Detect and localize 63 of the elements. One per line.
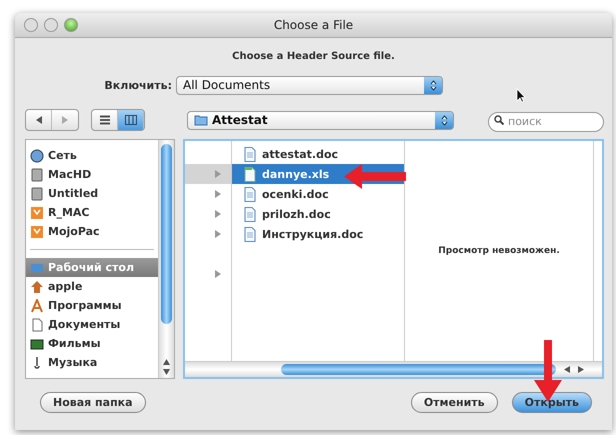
sidebar-item[interactable]: MojoPac (26, 222, 158, 241)
scrollbar[interactable] (158, 140, 174, 378)
search-field[interactable]: поиск (488, 112, 604, 132)
forward-arrow-icon (61, 116, 69, 124)
file-row[interactable]: prilozh.doc (232, 204, 404, 224)
document-icon (244, 186, 256, 202)
location-name: Attestat (212, 113, 268, 127)
back-arrow-icon (34, 116, 42, 124)
sidebar-item[interactable]: apple (26, 277, 158, 296)
sidebar-item[interactable]: Программы (26, 296, 158, 315)
list-icon (100, 115, 110, 125)
disclosure-arrow-icon (215, 170, 221, 178)
scroll-left-icon[interactable] (564, 366, 570, 373)
sidebar-item[interactable]: MacHD (26, 165, 158, 184)
disclosure-arrow-icon (215, 190, 221, 198)
sidebar-item[interactable]: Фильмы (26, 334, 158, 353)
document-icon (244, 146, 256, 162)
document-icon (244, 226, 256, 242)
dialog-button[interactable]: Открыть (512, 392, 592, 413)
sidebar-item[interactable]: Untitled (26, 184, 158, 203)
close-button[interactable] (24, 18, 38, 32)
stepper-icon (435, 112, 453, 128)
column-view-button[interactable] (118, 110, 144, 130)
dialog-message: Choose a Header Source file. (232, 51, 395, 62)
folder-row[interactable] (185, 164, 231, 184)
scroll-up-icon[interactable] (163, 359, 170, 365)
sidebar-item[interactable]: Сеть (26, 146, 158, 165)
scroll-right-icon[interactable] (578, 366, 584, 373)
dialog-button[interactable]: Новая папка (40, 392, 146, 413)
disclosure-arrow-icon (215, 210, 221, 218)
stepper-icon (424, 76, 442, 94)
sidebar-item[interactable]: Музыка (26, 353, 158, 372)
include-label: Включить: (103, 78, 173, 92)
preview-message: Просмотр невозможен. (438, 246, 560, 256)
columns-icon (124, 115, 136, 125)
spreadsheet-icon (244, 166, 256, 182)
scroll-down-icon[interactable] (163, 369, 170, 375)
zoom-button[interactable] (64, 18, 78, 32)
sidebar-item[interactable]: Документы (26, 315, 158, 334)
sidebar-item[interactable]: R_MAC (26, 203, 158, 222)
volume-icon (30, 224, 44, 238)
home-icon (30, 280, 44, 294)
dialog-button[interactable]: Отменить (410, 392, 498, 413)
file-row[interactable]: Инструкция.doc (232, 224, 404, 244)
file-row[interactable]: attestat.doc (232, 144, 404, 164)
apps-icon (30, 298, 44, 312)
volume-icon (30, 206, 44, 220)
search-icon (494, 115, 504, 125)
disclosure-arrow-icon (215, 230, 221, 238)
window-title: Choose a File (274, 18, 354, 32)
network-icon (30, 148, 44, 162)
mouse-pointer-icon (516, 88, 526, 103)
folder-icon (194, 114, 208, 126)
movies-icon (30, 336, 44, 350)
location-popup[interactable]: Attestat (187, 110, 454, 130)
file-row[interactable]: ocenki.doc (232, 184, 404, 204)
minimize-button[interactable] (44, 18, 58, 32)
disclosure-arrow-icon (215, 270, 221, 278)
documents-icon (30, 318, 44, 332)
horizontal-scrollbar[interactable] (185, 361, 602, 377)
document-icon (244, 206, 256, 222)
include-popup[interactable]: All Documents (176, 76, 443, 94)
annotation-arrow (344, 164, 406, 189)
